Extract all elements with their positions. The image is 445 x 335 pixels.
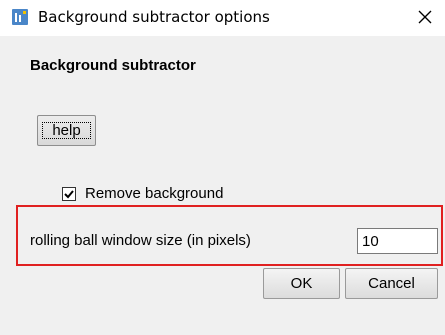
imagej-icon [12,9,28,25]
close-icon [418,10,432,24]
ok-button[interactable]: OK [263,268,340,299]
help-button-label: help [42,122,91,139]
help-button[interactable]: help [37,115,96,146]
checkmark-icon [64,190,74,199]
close-button[interactable] [407,0,443,34]
remove-background-checkbox[interactable] [62,187,76,201]
title-bar: Background subtractor options [0,0,445,36]
rolling-ball-input[interactable] [357,228,438,254]
window-title: Background subtractor options [38,8,270,26]
remove-background-label: Remove background [85,185,224,202]
cancel-button[interactable]: Cancel [345,268,438,299]
section-title: Background subtractor [30,57,196,74]
dialog-window: Background subtractor options Background… [0,0,445,335]
dialog-body: Background subtractor help Remove backgr… [0,36,445,335]
rolling-ball-label: rolling ball window size (in pixels) [30,232,251,249]
